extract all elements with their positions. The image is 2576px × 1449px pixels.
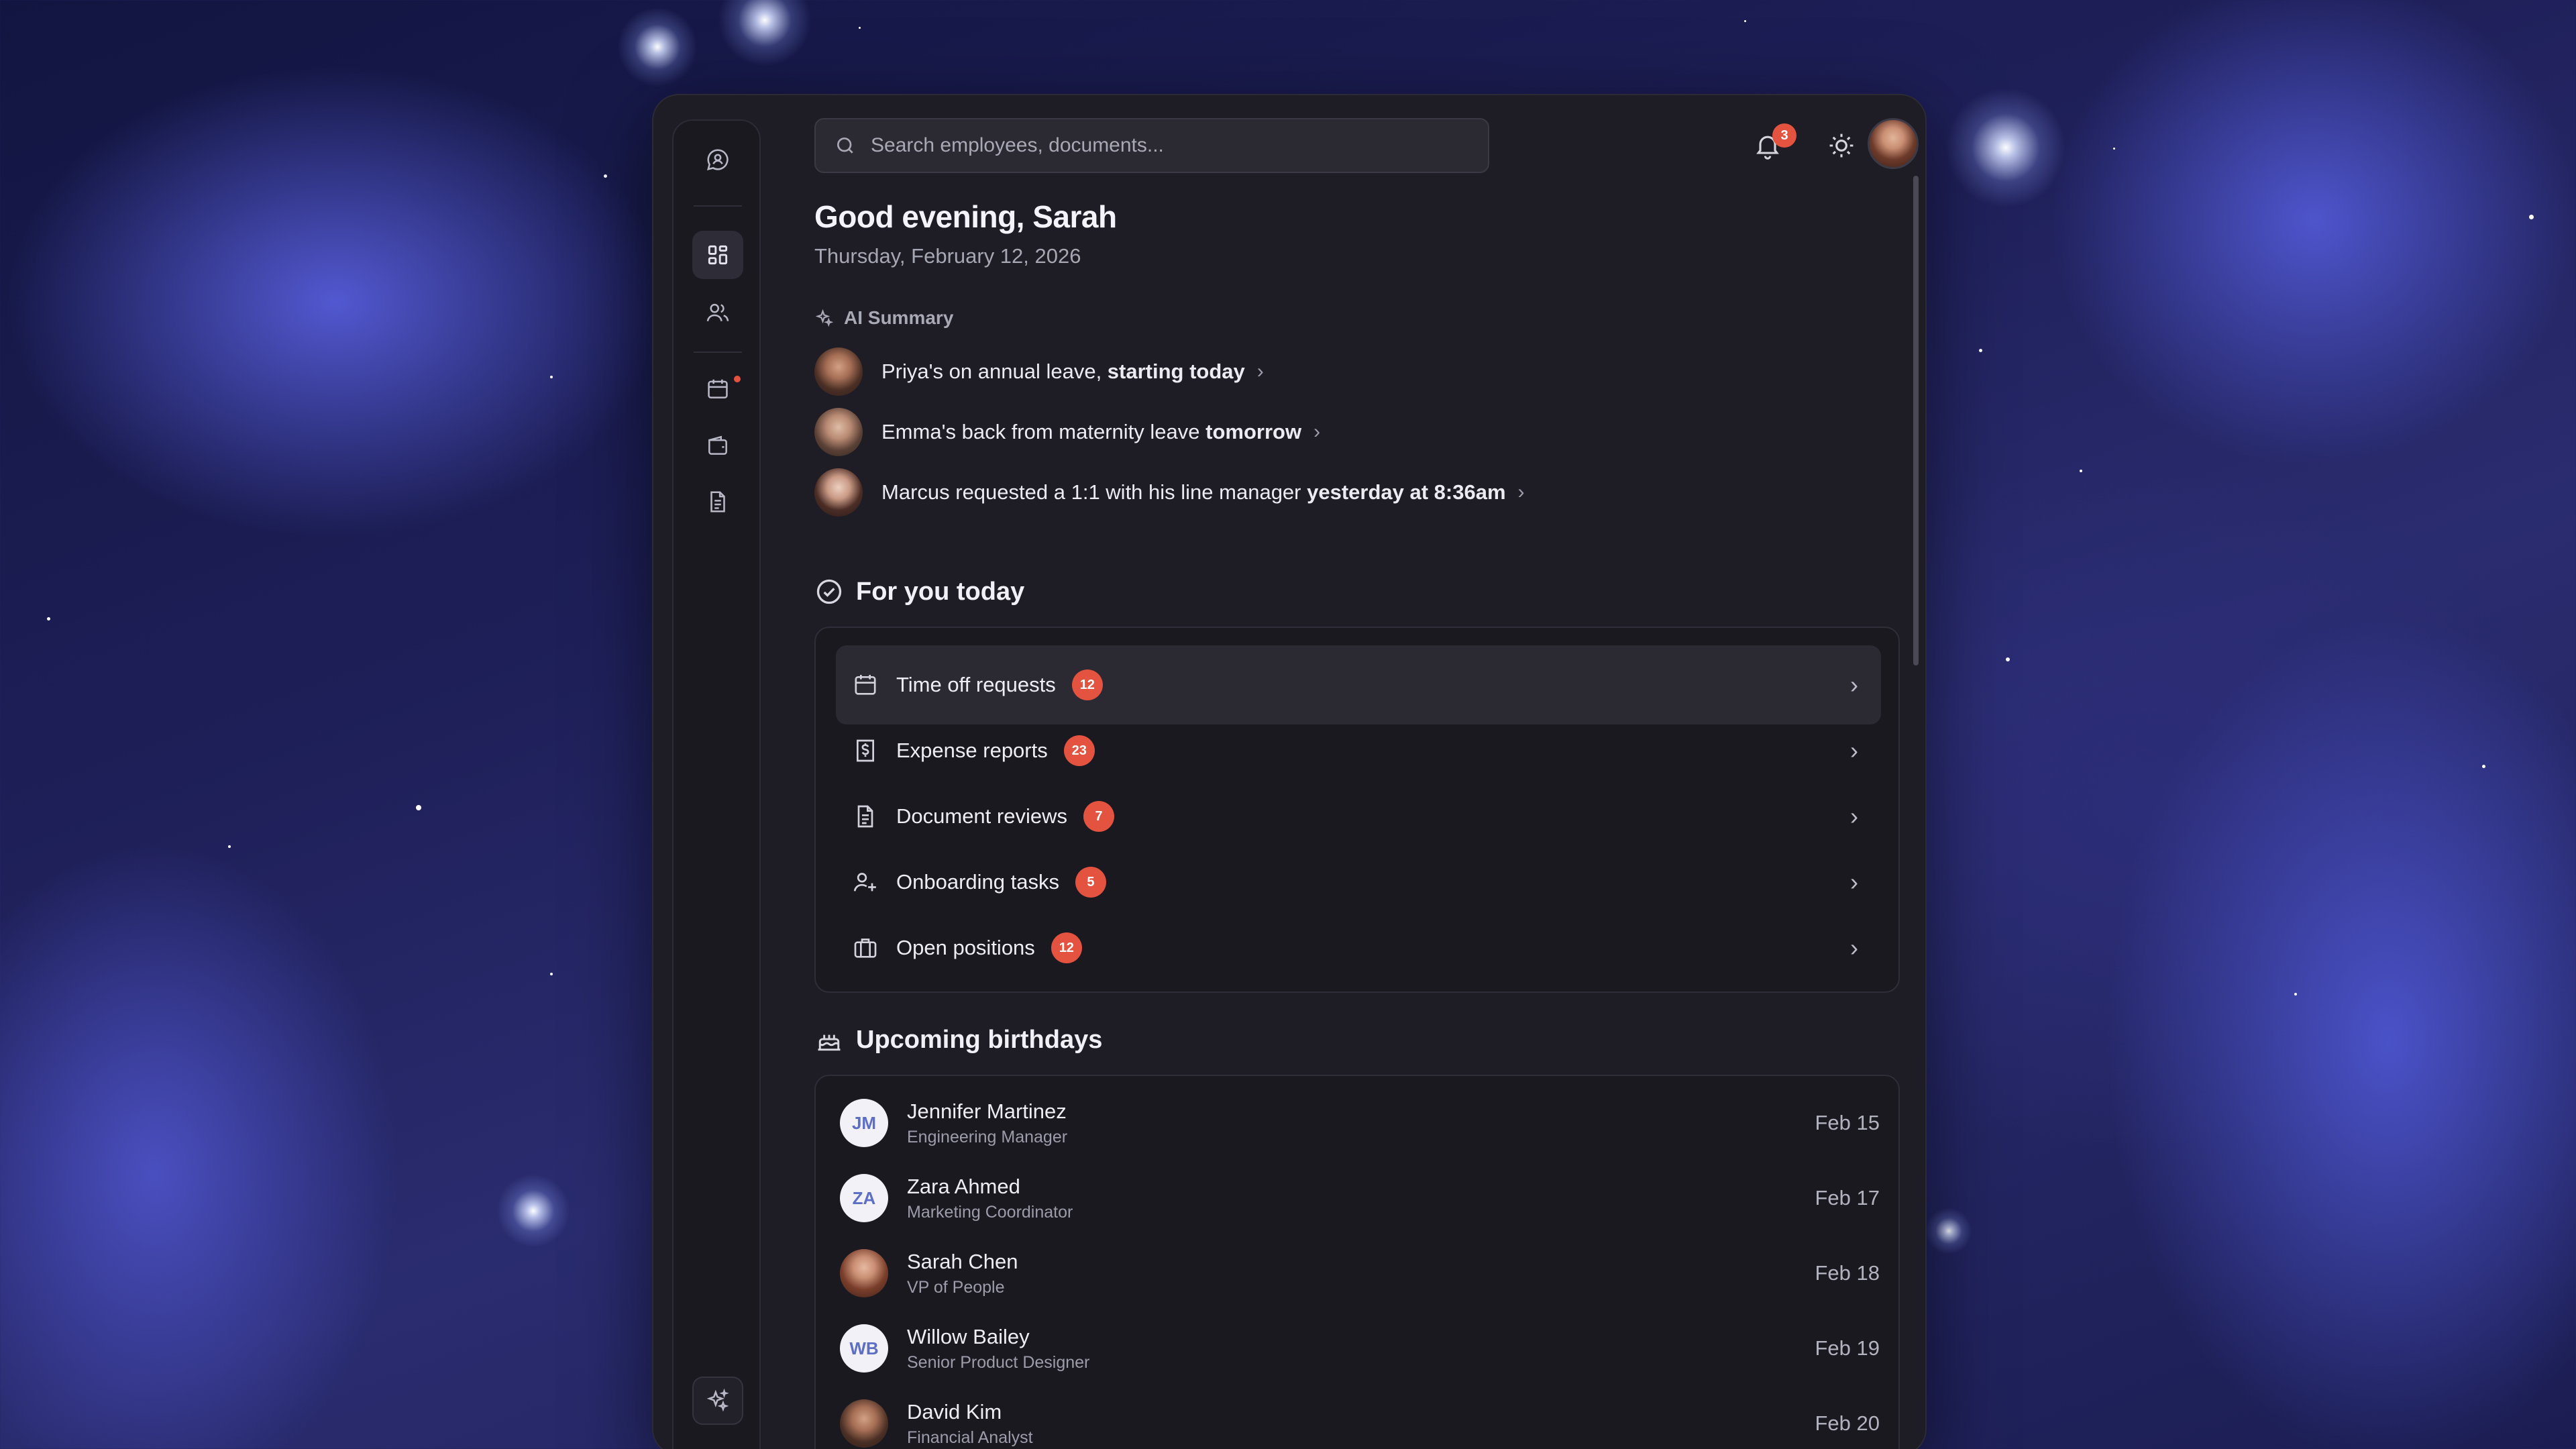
birthdays-heading: Upcoming birthdays: [814, 1025, 1102, 1055]
task-open-positions[interactable]: Open positions 12 ›: [836, 908, 1881, 987]
avatar: [814, 347, 863, 396]
logo-icon[interactable]: [692, 136, 743, 184]
person-name: David Kim: [907, 1399, 1002, 1424]
avatar: [840, 1249, 888, 1297]
summary-text: Marcus requested a 1:1 with his line man…: [881, 480, 1307, 504]
briefcase-icon: [854, 938, 877, 958]
avatar: [840, 1399, 888, 1448]
search-placeholder: Search employees, documents...: [871, 134, 1164, 156]
sidebar-item-payroll[interactable]: [692, 421, 743, 470]
cake-icon: [818, 1032, 841, 1051]
avatar-initials: JM: [840, 1099, 888, 1147]
chevron-right-icon: ›: [1313, 421, 1321, 443]
birthday-row[interactable]: WB Willow Bailey Senior Product Designer…: [840, 1315, 1880, 1382]
person-name: Sarah Chen: [907, 1249, 1018, 1273]
search-input[interactable]: Search employees, documents...: [814, 118, 1489, 173]
sidebar: [672, 119, 761, 1449]
birthday-row[interactable]: JM Jennifer Martinez Engineering Manager…: [840, 1089, 1880, 1157]
app-window: Search employees, documents... 3 Good ev…: [652, 94, 1927, 1449]
summary-item[interactable]: Marcus requested a 1:1 with his line man…: [814, 468, 1525, 517]
person-role: Financial Analyst: [907, 1428, 1033, 1447]
sidebar-divider: [694, 205, 742, 207]
for-you-heading: For you today: [814, 577, 1024, 606]
sidebar-item-dashboard[interactable]: [692, 231, 743, 279]
summary-emphasis: starting today: [1107, 360, 1245, 383]
calendar-alert-dot: [734, 376, 741, 382]
task-label: Expense reports: [896, 739, 1048, 762]
birthday-date: Feb 18: [1815, 1261, 1880, 1285]
summary-emphasis: tomorrow: [1205, 420, 1302, 443]
for-you-title: For you today: [856, 577, 1025, 606]
chevron-right-icon: ›: [1850, 934, 1858, 961]
birthday-date: Feb 15: [1815, 1111, 1880, 1134]
notifications-button[interactable]: 3: [1746, 123, 1796, 168]
chevron-right-icon: ›: [1850, 737, 1858, 764]
summary-text: Priya's on annual leave,: [881, 360, 1108, 383]
calendar-icon: [855, 675, 876, 695]
settings-icon[interactable]: [692, 1436, 743, 1449]
task-count-badge: 5: [1075, 867, 1106, 898]
birthday-date: Feb 17: [1815, 1186, 1880, 1210]
sidebar-divider: [694, 352, 742, 353]
avatar-initials: WB: [840, 1324, 888, 1373]
sparkle-icon: [815, 309, 834, 327]
person-role: Engineering Manager: [907, 1127, 1068, 1146]
birthday-date: Feb 19: [1815, 1336, 1880, 1360]
birthday-row[interactable]: ZA Zara Ahmed Marketing Coordinator Feb …: [840, 1165, 1880, 1232]
birthday-row[interactable]: David Kim Financial Analyst Feb 20: [840, 1390, 1880, 1449]
search-icon: [837, 138, 853, 154]
person-role: Senior Product Designer: [907, 1352, 1090, 1372]
scrollbar[interactable]: [1913, 176, 1919, 665]
summary-emphasis: yesterday at 8:36am: [1307, 480, 1506, 504]
summary-text: Emma's back from maternity leave: [881, 420, 1206, 443]
sidebar-item-people[interactable]: [692, 288, 743, 337]
summary-item[interactable]: Priya's on annual leave, starting today …: [814, 347, 1264, 396]
user-plus-icon: [853, 873, 876, 892]
task-count-badge: 23: [1063, 735, 1095, 766]
avatar: [814, 468, 863, 517]
person-name: Jennifer Martinez: [907, 1099, 1067, 1123]
avatar: [814, 408, 863, 456]
summary-item[interactable]: Emma's back from maternity leave tomorro…: [814, 408, 1320, 456]
birthday-date: Feb 20: [1815, 1411, 1880, 1435]
task-label: Time off requests: [896, 673, 1056, 696]
document-icon: [857, 805, 873, 828]
task-label: Open positions: [896, 936, 1035, 959]
chevron-right-icon: ›: [1850, 868, 1858, 896]
task-count-badge: 12: [1051, 932, 1082, 963]
task-count-badge: 12: [1071, 669, 1103, 700]
task-count-badge: 7: [1083, 801, 1114, 832]
chevron-right-icon: ›: [1256, 360, 1264, 382]
person-name: Zara Ahmed: [907, 1174, 1020, 1198]
avatar-initials: ZA: [840, 1174, 888, 1222]
ai-summary-label: AI Summary: [814, 307, 953, 329]
sidebar-item-documents[interactable]: [692, 478, 743, 526]
current-date: Thursday, February 12, 2026: [814, 244, 1081, 268]
task-label: Onboarding tasks: [896, 870, 1059, 894]
birthdays-card: JM Jennifer Martinez Engineering Manager…: [814, 1075, 1900, 1449]
theme-toggle[interactable]: [1821, 125, 1862, 166]
chevron-right-icon: ›: [1850, 671, 1858, 698]
sidebar-item-calendar[interactable]: [692, 365, 743, 413]
receipt-icon: [857, 739, 874, 762]
ai-summary-label-text: AI Summary: [844, 307, 954, 328]
person-role: VP of People: [907, 1277, 1005, 1297]
ai-assistant-button[interactable]: [692, 1377, 743, 1425]
birthdays-title: Upcoming birthdays: [856, 1025, 1103, 1054]
check-circle-icon: [816, 579, 842, 604]
sun-icon: [1829, 133, 1854, 158]
birthday-row[interactable]: Sarah Chen VP of People Feb 18: [840, 1240, 1880, 1307]
task-label: Document reviews: [896, 804, 1067, 828]
for-you-card: Time off requests 12 › Expense reports 2…: [814, 627, 1900, 993]
chevron-right-icon: ›: [1517, 481, 1525, 503]
notification-badge: 3: [1772, 123, 1796, 148]
user-avatar[interactable]: [1868, 118, 1919, 169]
person-role: Marketing Coordinator: [907, 1202, 1073, 1222]
page-title: Good evening, Sarah: [814, 199, 1117, 234]
person-name: Willow Bailey: [907, 1324, 1030, 1348]
chevron-right-icon: ›: [1850, 802, 1858, 830]
